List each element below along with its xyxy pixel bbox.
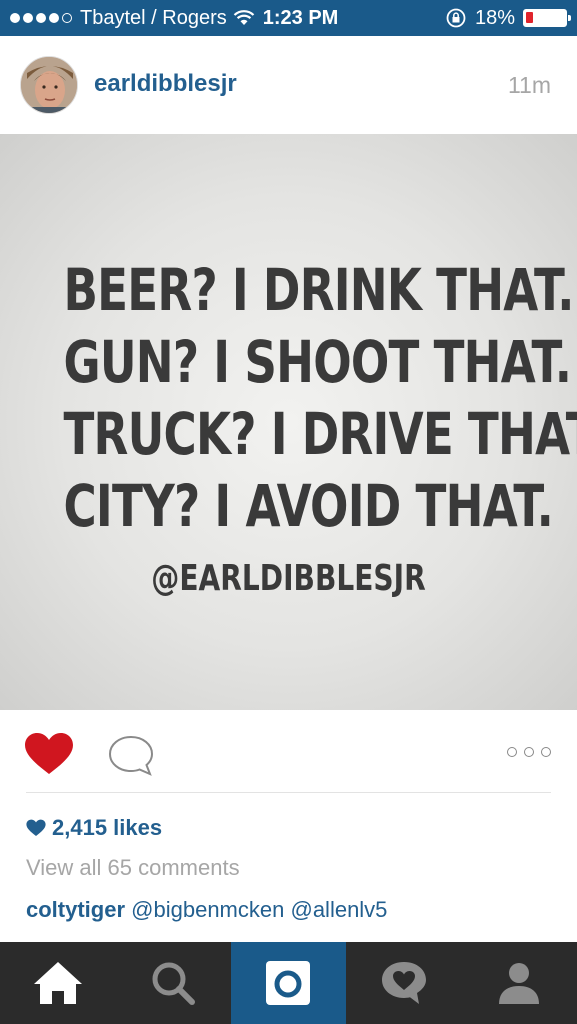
search-icon [152, 962, 196, 1005]
post-username[interactable]: earldibblesjr [94, 70, 237, 98]
quote-line: BEER? I DRINK THAT. [63, 256, 574, 324]
tab-camera[interactable] [230, 942, 347, 1024]
quote-line: CITY? I AVOID THAT. [63, 472, 554, 540]
like-button[interactable] [24, 732, 74, 776]
post-timestamp: 11m [507, 72, 551, 98]
view-all-comments-link[interactable]: View all 65 comments [26, 855, 240, 881]
activity-icon [381, 962, 426, 1004]
clock: 1:23 PM [262, 6, 339, 29]
quote-line: GUN? I SHOOT THAT. [63, 328, 572, 396]
battery-level [526, 12, 533, 23]
rotation-lock-icon [445, 7, 467, 29]
more-options-button[interactable] [507, 744, 551, 760]
quote-line: TRUCK? I DRIVE THAT. [63, 400, 577, 468]
profile-icon [499, 963, 540, 1004]
comment-mention[interactable]: @allenlv5 [290, 897, 387, 922]
status-bar: Tbaytel / Rogers 1:23 PM 18% [0, 0, 577, 36]
wifi-icon [233, 10, 255, 26]
comment-item: coltytiger @bigbenmcken @allenlv5 [26, 897, 387, 923]
likes-label: 2,415 likes [52, 815, 163, 840]
carrier-name: Tbaytel / Rogers [80, 6, 227, 29]
tab-activity[interactable] [346, 942, 461, 1024]
tab-home[interactable] [0, 942, 115, 1024]
comment-author[interactable]: coltytiger [26, 897, 125, 922]
quote-text: BEER? I DRINK THAT. GUN? I SHOOT THAT. T… [0, 254, 577, 542]
comment-mention[interactable]: @bigbenmcken [131, 897, 284, 922]
battery-icon [523, 9, 571, 27]
dot-icon [541, 747, 551, 757]
post-header: earldibblesjr 11m [0, 36, 577, 134]
dot-icon [524, 747, 534, 757]
heart-icon [25, 733, 73, 774]
likes-count[interactable]: 2,415 likes [26, 815, 162, 841]
signal-strength-icon [10, 13, 72, 23]
post-image[interactable]: BEER? I DRINK THAT. GUN? I SHOOT THAT. T… [0, 134, 577, 710]
image-handle-text: @EARLDIBBLESJR [151, 558, 426, 599]
home-icon [33, 962, 82, 1004]
camera-icon [266, 961, 311, 1005]
tab-search[interactable] [115, 942, 230, 1024]
tab-bar [0, 942, 577, 1024]
comment-button[interactable] [106, 734, 156, 778]
post-actions [0, 710, 577, 794]
tab-profile[interactable] [462, 942, 577, 1024]
battery-percent: 18% [474, 6, 515, 29]
small-heart-icon [26, 819, 46, 836]
comment-bubble-icon [108, 735, 154, 776]
dot-icon [507, 747, 517, 757]
divider [26, 792, 551, 793]
avatar[interactable] [20, 56, 78, 114]
